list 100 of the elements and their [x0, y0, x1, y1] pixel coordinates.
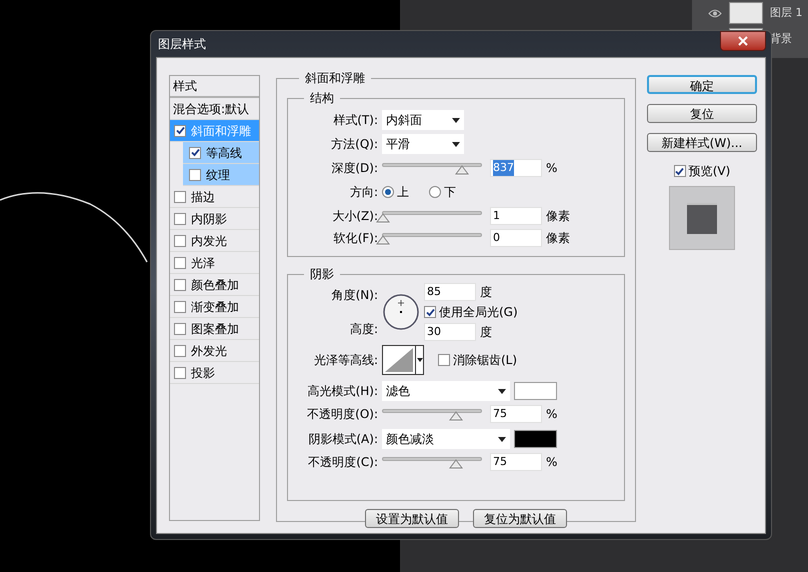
field-value: 85 — [427, 284, 441, 300]
caret-down-icon — [452, 118, 460, 122]
unit-label: % — [546, 454, 558, 471]
radio-label: 下 — [444, 184, 456, 201]
close-button[interactable] — [720, 31, 766, 51]
checkbox[interactable] — [174, 212, 186, 224]
checkbox[interactable] — [189, 146, 201, 158]
unit-label: 度 — [480, 284, 492, 301]
check-mark-icon — [190, 148, 200, 157]
number-field[interactable]: 1 — [490, 207, 542, 225]
field-label: 光泽等高线: — [312, 352, 379, 369]
preview-square — [687, 202, 717, 234]
caret-down-icon — [498, 388, 506, 394]
field-label: 方法(Q): — [330, 136, 379, 153]
radio-label: 上 — [397, 184, 409, 201]
color-swatch[interactable] — [514, 382, 557, 400]
number-field[interactable]: 85 — [424, 283, 476, 301]
layer-thumbnail — [729, 2, 763, 24]
dropdown[interactable]: 平滑 — [382, 134, 464, 154]
field-value: 0 — [493, 230, 500, 246]
dropdown[interactable]: 内斜面 — [382, 110, 464, 130]
style-list-item[interactable]: 内阴影 — [170, 208, 259, 230]
style-list-item[interactable]: 内发光 — [170, 230, 259, 252]
dropdown[interactable]: 颜色减淡 — [382, 429, 510, 449]
checkbox[interactable] — [424, 306, 436, 318]
checkbox[interactable] — [174, 190, 186, 202]
dropdown[interactable]: 滤色 — [382, 381, 510, 401]
check-mark-icon — [426, 308, 434, 316]
checkbox-label: 消除锯齿(L) — [453, 352, 518, 369]
field-value: 75 — [493, 454, 507, 470]
field-label: 软化(F): — [332, 230, 379, 247]
field-label: 不透明度(C): — [307, 454, 379, 471]
slider-thumb[interactable] — [376, 213, 390, 223]
slider-thumb[interactable] — [448, 411, 463, 421]
group-title: 结构 — [309, 90, 335, 107]
dialog-button[interactable]: 确定 — [647, 75, 757, 94]
angle-dial[interactable] — [382, 293, 420, 331]
layer-name[interactable]: 图层 1 — [770, 4, 802, 22]
checkbox[interactable] — [174, 322, 186, 334]
slider-thumb[interactable] — [376, 235, 390, 245]
field-value: 75 — [493, 406, 507, 422]
number-field[interactable]: 0 — [490, 229, 542, 247]
checkbox-label: 预览(V) — [688, 163, 730, 180]
checkbox[interactable] — [174, 256, 186, 268]
dialog-button[interactable]: 新建样式(W)... — [647, 133, 757, 152]
number-field[interactable]: 75 — [490, 405, 542, 423]
unit-label: % — [546, 160, 558, 177]
field-label: 高光模式(H): — [306, 383, 379, 400]
checkbox[interactable] — [174, 234, 186, 246]
close-icon — [738, 36, 748, 46]
unit-label: 像素 — [546, 208, 570, 225]
number-field[interactable]: 30 — [424, 323, 476, 341]
check-mark-icon — [176, 126, 184, 135]
style-list-item[interactable]: 颜色叠加 — [170, 274, 259, 296]
field-value: 837 — [493, 160, 514, 176]
checkbox[interactable] — [174, 344, 186, 356]
group-title: 斜面和浮雕 — [304, 70, 366, 87]
checkbox[interactable] — [174, 366, 186, 378]
style-list-item[interactable]: 投影 — [170, 362, 259, 384]
number-field[interactable]: 837 — [490, 159, 542, 177]
checkbox[interactable] — [174, 278, 186, 290]
contour-picker[interactable] — [382, 345, 424, 375]
group-title: 阴影 — [309, 266, 335, 283]
default-button[interactable]: 设置为默认值 — [365, 509, 459, 528]
field-label: 深度(D): — [330, 160, 379, 177]
layer-name[interactable]: 背景 — [770, 30, 792, 48]
style-list-subitem[interactable]: 纹理 — [183, 164, 259, 186]
unit-label: % — [546, 406, 558, 423]
checkbox[interactable] — [174, 300, 186, 312]
field-label: 阴影模式(A): — [307, 431, 379, 448]
dialog-button[interactable]: 复位 — [647, 104, 757, 123]
number-field[interactable]: 75 — [490, 453, 542, 471]
style-list-item[interactable]: 图案叠加 — [170, 318, 259, 340]
field-label: 不透明度(O): — [306, 406, 379, 423]
field-value: 30 — [427, 324, 441, 340]
checkbox[interactable] — [174, 124, 186, 136]
style-list-item[interactable]: 外发光 — [170, 340, 259, 362]
field-label: 样式(T): — [332, 112, 379, 129]
radio-button[interactable] — [382, 186, 394, 198]
style-list-item[interactable]: 渐变叠加 — [170, 296, 259, 318]
field-label: 方向: — [348, 184, 379, 201]
contour-curve-icon — [383, 346, 415, 374]
checkbox[interactable] — [189, 168, 201, 180]
style-list-item[interactable]: 描边 — [170, 186, 259, 208]
unit-label: 度 — [480, 324, 492, 341]
window-title: 图层样式 — [158, 36, 206, 53]
style-list-subitem[interactable]: 等高线 — [183, 142, 259, 164]
default-button[interactable]: 复位为默认值 — [473, 509, 567, 528]
unit-label: 像素 — [546, 230, 570, 247]
slider-thumb[interactable] — [448, 459, 463, 469]
eye-icon[interactable] — [708, 8, 722, 18]
style-list-item[interactable]: 光泽 — [170, 252, 259, 274]
color-swatch[interactable] — [514, 430, 557, 448]
slider-thumb[interactable] — [455, 165, 470, 175]
caret-down-icon — [416, 358, 422, 362]
checkbox[interactable] — [674, 165, 686, 177]
radio-button[interactable] — [429, 186, 441, 198]
caret-down-icon — [452, 142, 460, 146]
checkbox[interactable] — [438, 354, 450, 366]
list-header: 样式 — [170, 76, 259, 98]
